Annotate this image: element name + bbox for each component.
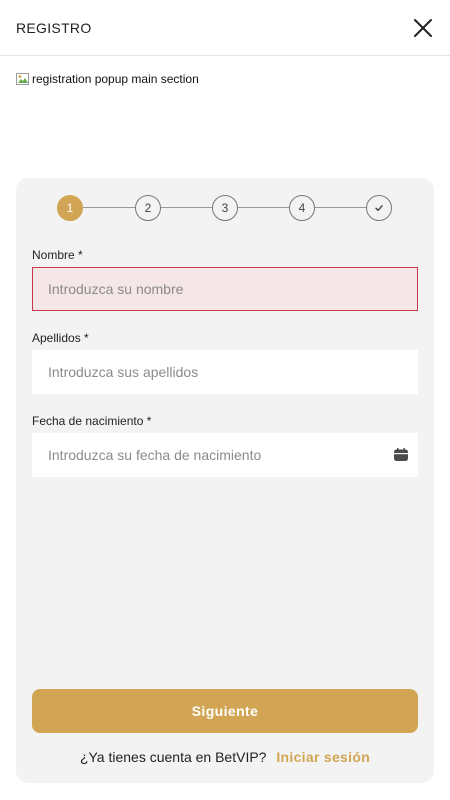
stepper-connector (238, 207, 289, 208)
login-prompt: ¿Ya tienes cuenta en BetVIP? (79, 749, 267, 765)
apellidos-label: Apellidos * (32, 331, 89, 345)
stepper-connector (315, 207, 366, 208)
popup-header: REGISTRO (0, 0, 450, 56)
login-row: ¿Ya tienes cuenta en BetVIP? Iniciar ses… (16, 749, 434, 765)
step-complete (366, 195, 392, 221)
step-4: 4 (289, 195, 315, 221)
calendar-icon[interactable] (394, 448, 408, 461)
nombre-label: Nombre * (32, 248, 83, 262)
fecha-label: Fecha de nacimiento * (32, 414, 152, 428)
login-link[interactable]: Iniciar sesión (276, 749, 370, 765)
check-icon (375, 205, 383, 212)
apellidos-input[interactable] (32, 350, 418, 394)
close-icon[interactable] (412, 17, 434, 39)
stepper-connector (161, 207, 212, 208)
banner-alt-text: registration popup main section (32, 72, 199, 86)
popup-title: REGISTRO (16, 19, 92, 36)
step-1: 1 (57, 195, 83, 221)
fecha-input[interactable] (32, 433, 418, 477)
broken-image-icon (16, 72, 30, 86)
step-3: 3 (212, 195, 238, 221)
nombre-input[interactable] (32, 267, 418, 311)
stepper-connector (83, 207, 135, 208)
progress-stepper: 1 2 3 4 (16, 194, 434, 222)
registration-card: 1 2 3 4 Nombre * Apellidos * Fecha de na… (16, 178, 434, 783)
next-button[interactable]: Siguiente (32, 689, 418, 733)
banner-image: registration popup main section (16, 72, 199, 86)
step-2: 2 (135, 195, 161, 221)
